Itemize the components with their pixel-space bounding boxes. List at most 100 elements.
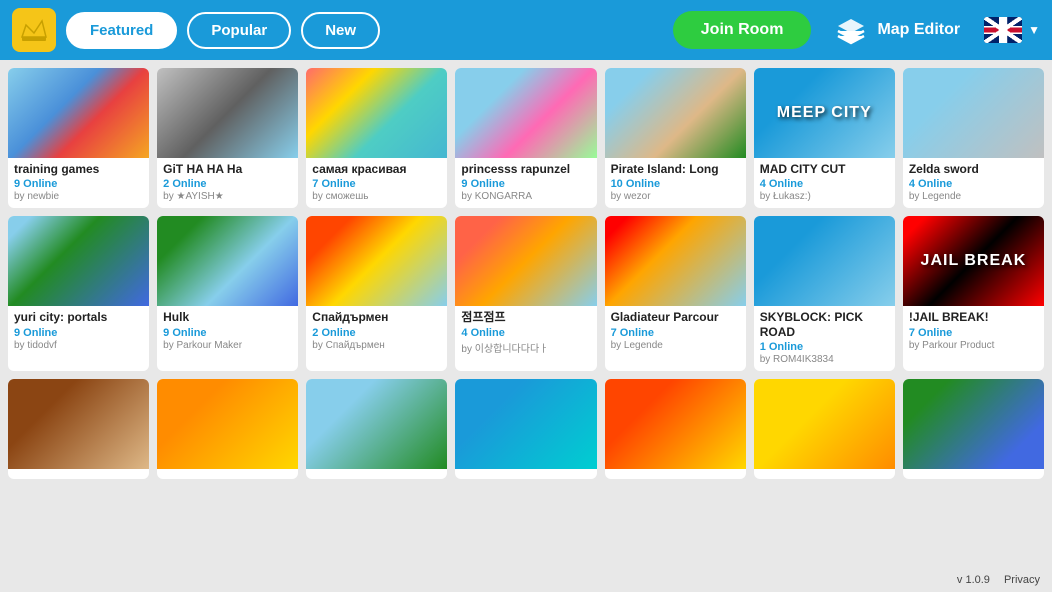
game-card[interactable]: SKYBLOCK: PICK ROAD1 Onlineby ROM4IK3834 [754,216,895,371]
game-online-count: 2 Online [163,178,292,190]
game-thumbnail [306,216,447,306]
game-card[interactable] [754,379,895,479]
game-online-count: 7 Online [611,327,740,339]
game-info: !JAIL BREAK!7 Onlineby Parkour Product [903,306,1044,356]
version-label: v 1.0.9 [957,574,990,586]
game-title: самая красивая [312,162,441,176]
game-card[interactable]: Zelda sword4 Onlineby Legende [903,68,1044,208]
game-info: SKYBLOCK: PICK ROAD1 Onlineby ROM4IK3834 [754,306,895,371]
game-thumbnail [754,379,895,469]
game-online-count: 7 Online [909,327,1038,339]
game-title: 점프점프 [461,310,590,324]
game-card[interactable]: Hulk9 Onlineby Parkour Maker [157,216,298,371]
game-title: Hulk [163,310,292,324]
game-thumbnail [605,216,746,306]
game-info [605,469,746,479]
flag-icon [984,17,1022,43]
game-author: by ROM4IK3834 [760,354,889,365]
game-card[interactable] [903,379,1044,479]
game-thumbnail [605,68,746,158]
game-info: 점프점프4 Onlineby 이상합니다다다ㅏ [455,306,596,360]
content-area: training games9 Onlineby newbieGiT HA HA… [0,60,1052,592]
game-thumbnail [157,379,298,469]
game-online-count: 10 Online [611,178,740,190]
game-card[interactable]: yuri city: portals9 Onlineby tidodvf [8,216,149,371]
featured-button[interactable]: Featured [66,12,177,49]
game-title: GiT HA HA Ha [163,162,292,176]
game-thumbnail [605,379,746,469]
header: Featured Popular New Join Room Map Edito… [0,0,1052,60]
game-thumbnail [157,68,298,158]
game-card[interactable]: MEEP CITYMAD CITY CUT4 Onlineby Łukasz:) [754,68,895,208]
game-info: GiT HA HA Ha2 Onlineby ★AYISH★ [157,158,298,208]
map-editor-area[interactable]: Map Editor [833,12,960,48]
game-card[interactable] [157,379,298,479]
game-info [903,469,1044,479]
popular-button[interactable]: Popular [187,12,291,49]
game-card[interactable] [455,379,596,479]
game-title: !JAIL BREAK! [909,310,1038,324]
game-card[interactable]: training games 9 Onlineby newbie [8,68,149,208]
game-info: Pirate Island: Long 10 Onlineby wezor [605,158,746,208]
game-card[interactable]: Спайдърмен 2 Onlineby Спайдърмен [306,216,447,371]
game-thumbnail [8,68,149,158]
game-online-count: 7 Online [312,178,441,190]
game-info [754,469,895,479]
game-card[interactable]: 점프점프4 Onlineby 이상합니다다다ㅏ [455,216,596,371]
game-info [157,469,298,479]
game-thumbnail [306,68,447,158]
game-card[interactable]: JAIL BREAK!JAIL BREAK!7 Onlineby Parkour… [903,216,1044,371]
game-thumbnail [903,68,1044,158]
game-author: by сможешь [312,191,441,202]
footer: v 1.0.9 Privacy [957,574,1040,586]
chevron-down-icon: ▼ [1028,23,1040,37]
join-room-button[interactable]: Join Room [673,11,812,49]
game-card[interactable]: GiT HA HA Ha2 Onlineby ★AYISH★ [157,68,298,208]
game-online-count: 2 Online [312,327,441,339]
game-card[interactable] [605,379,746,479]
game-card[interactable]: Gladiateur Parcour7 Onlineby Legende [605,216,746,371]
game-online-count: 9 Online [461,178,590,190]
game-author: by Łukasz:) [760,191,889,202]
game-title: training games [14,162,143,176]
game-info [306,469,447,479]
game-thumbnail [8,379,149,469]
game-author: by tidodvf [14,340,143,351]
game-title: Pirate Island: Long [611,162,740,176]
game-title: Gladiateur Parcour [611,310,740,324]
crown-icon[interactable] [12,8,56,52]
game-grid: training games9 Onlineby newbieGiT HA HA… [8,68,1044,479]
game-thumbnail [455,379,596,469]
game-card[interactable]: princesss rapunzel 9 Onlineby KONGARRA [455,68,596,208]
game-online-count: 4 Online [760,178,889,190]
game-author: by wezor [611,191,740,202]
game-online-count: 9 Online [14,178,143,190]
game-card[interactable] [306,379,447,479]
game-author: by KONGARRA [461,191,590,202]
game-card[interactable]: Pirate Island: Long 10 Onlineby wezor [605,68,746,208]
game-info [455,469,596,479]
new-button[interactable]: New [301,12,380,49]
privacy-link[interactable]: Privacy [1004,574,1040,586]
game-online-count: 9 Online [14,327,143,339]
game-card[interactable] [8,379,149,479]
language-button[interactable]: ▼ [984,17,1040,43]
game-thumbnail [157,216,298,306]
game-author: by Parkour Maker [163,340,292,351]
game-info: Спайдърмен 2 Onlineby Спайдърмен [306,306,447,356]
game-info: Gladiateur Parcour7 Onlineby Legende [605,306,746,356]
game-card[interactable]: самая красивая 7 Onlineby сможешь [306,68,447,208]
layers-icon [833,12,869,48]
game-title: Спайдърмен [312,310,441,324]
game-thumbnail [455,216,596,306]
game-title: Zelda sword [909,162,1038,176]
map-editor-label: Map Editor [877,21,960,39]
game-author: by Legende [909,191,1038,202]
game-author: by newbie [14,191,143,202]
game-title: princesss rapunzel [461,162,590,176]
game-author: by Спайдърмен [312,340,441,351]
game-info: training games 9 Onlineby newbie [8,158,149,208]
game-thumbnail: MEEP CITY [754,68,895,158]
game-thumbnail [455,68,596,158]
game-thumbnail [903,379,1044,469]
